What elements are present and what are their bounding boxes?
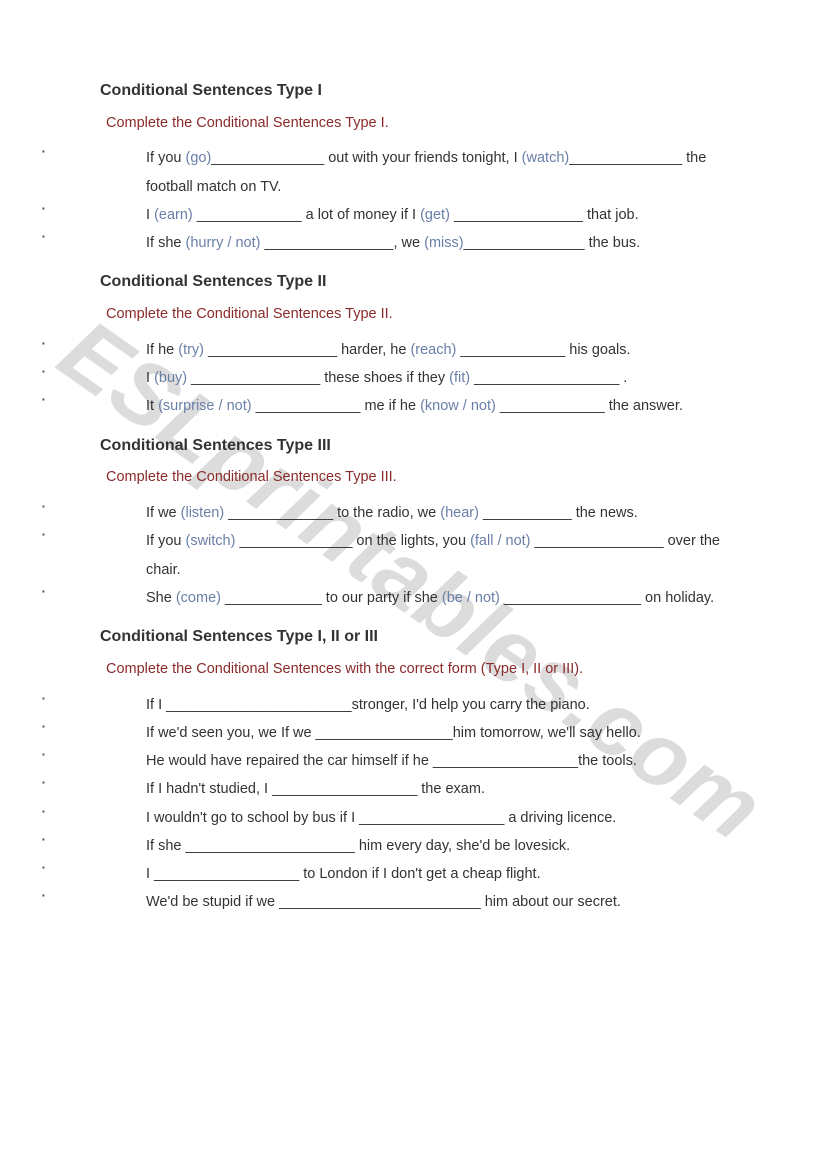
list-type-3: If we (listen) _____________ to the radi… [100, 499, 741, 612]
list-item: I wouldn't go to school by bus if I ____… [100, 804, 741, 832]
list-item: If we'd seen you, we If we _____________… [100, 719, 741, 747]
heading-mixed: Conditional Sentences Type I, II or III [100, 622, 741, 652]
verb-hint: (miss) [424, 235, 463, 251]
instruction-type-3: Complete the Conditional Sentences Type … [106, 464, 741, 491]
list-item: If he (try) ________________ harder, he … [100, 336, 741, 364]
list-item: We'd be stupid if we ___________________… [100, 888, 741, 916]
verb-hint: (go) [186, 150, 212, 166]
list-item: I (buy) ________________ these shoes if … [100, 364, 741, 392]
verb-hint: (buy) [154, 370, 187, 386]
list-item: If we (listen) _____________ to the radi… [100, 499, 741, 527]
list-item: If she (hurry / not) ________________, w… [100, 229, 741, 257]
verb-hint: (hurry / not) [186, 235, 261, 251]
verb-hint: (hear) [440, 505, 479, 521]
list-item: If she _____________________ him every d… [100, 832, 741, 860]
list-item: She (come) ____________ to our party if … [100, 584, 741, 612]
heading-type-2: Conditional Sentences Type II [100, 267, 741, 297]
verb-hint: (reach) [410, 342, 456, 358]
list-item: If you (go)______________ out with your … [100, 144, 741, 201]
list-item: If I _______________________stronger, I'… [100, 691, 741, 719]
instruction-mixed: Complete the Conditional Sentences with … [106, 656, 741, 683]
list-item: If you (switch) ______________ on the li… [100, 527, 741, 584]
verb-hint: (switch) [186, 533, 236, 549]
verb-hint: (fit) [449, 370, 470, 386]
list-item: I (earn) _____________ a lot of money if… [100, 201, 741, 229]
verb-hint: (come) [176, 590, 221, 606]
verb-hint: (earn) [154, 207, 193, 223]
verb-hint: (know / not) [420, 398, 496, 414]
list-type-1: If you (go)______________ out with your … [100, 144, 741, 257]
list-item: It (surprise / not) _____________ me if … [100, 392, 741, 420]
list-item: He would have repaired the car himself i… [100, 747, 741, 775]
instruction-type-2: Complete the Conditional Sentences Type … [106, 301, 741, 328]
heading-type-3: Conditional Sentences Type III [100, 431, 741, 461]
list-mixed: If I _______________________stronger, I'… [100, 691, 741, 917]
heading-type-1: Conditional Sentences Type I [100, 76, 741, 106]
verb-hint: (listen) [181, 505, 225, 521]
list-type-2: If he (try) ________________ harder, he … [100, 336, 741, 421]
verb-hint: (be / not) [442, 590, 500, 606]
worksheet-page: Conditional Sentences Type I Complete th… [0, 0, 821, 967]
list-item: If I hadn't studied, I _________________… [100, 775, 741, 803]
verb-hint: (watch) [522, 150, 570, 166]
verb-hint: (get) [420, 207, 450, 223]
verb-hint: (try) [178, 342, 204, 358]
verb-hint: (surprise / not) [158, 398, 251, 414]
verb-hint: (fall / not) [470, 533, 530, 549]
list-item: I __________________ to London if I don'… [100, 860, 741, 888]
instruction-type-1: Complete the Conditional Sentences Type … [106, 110, 741, 137]
